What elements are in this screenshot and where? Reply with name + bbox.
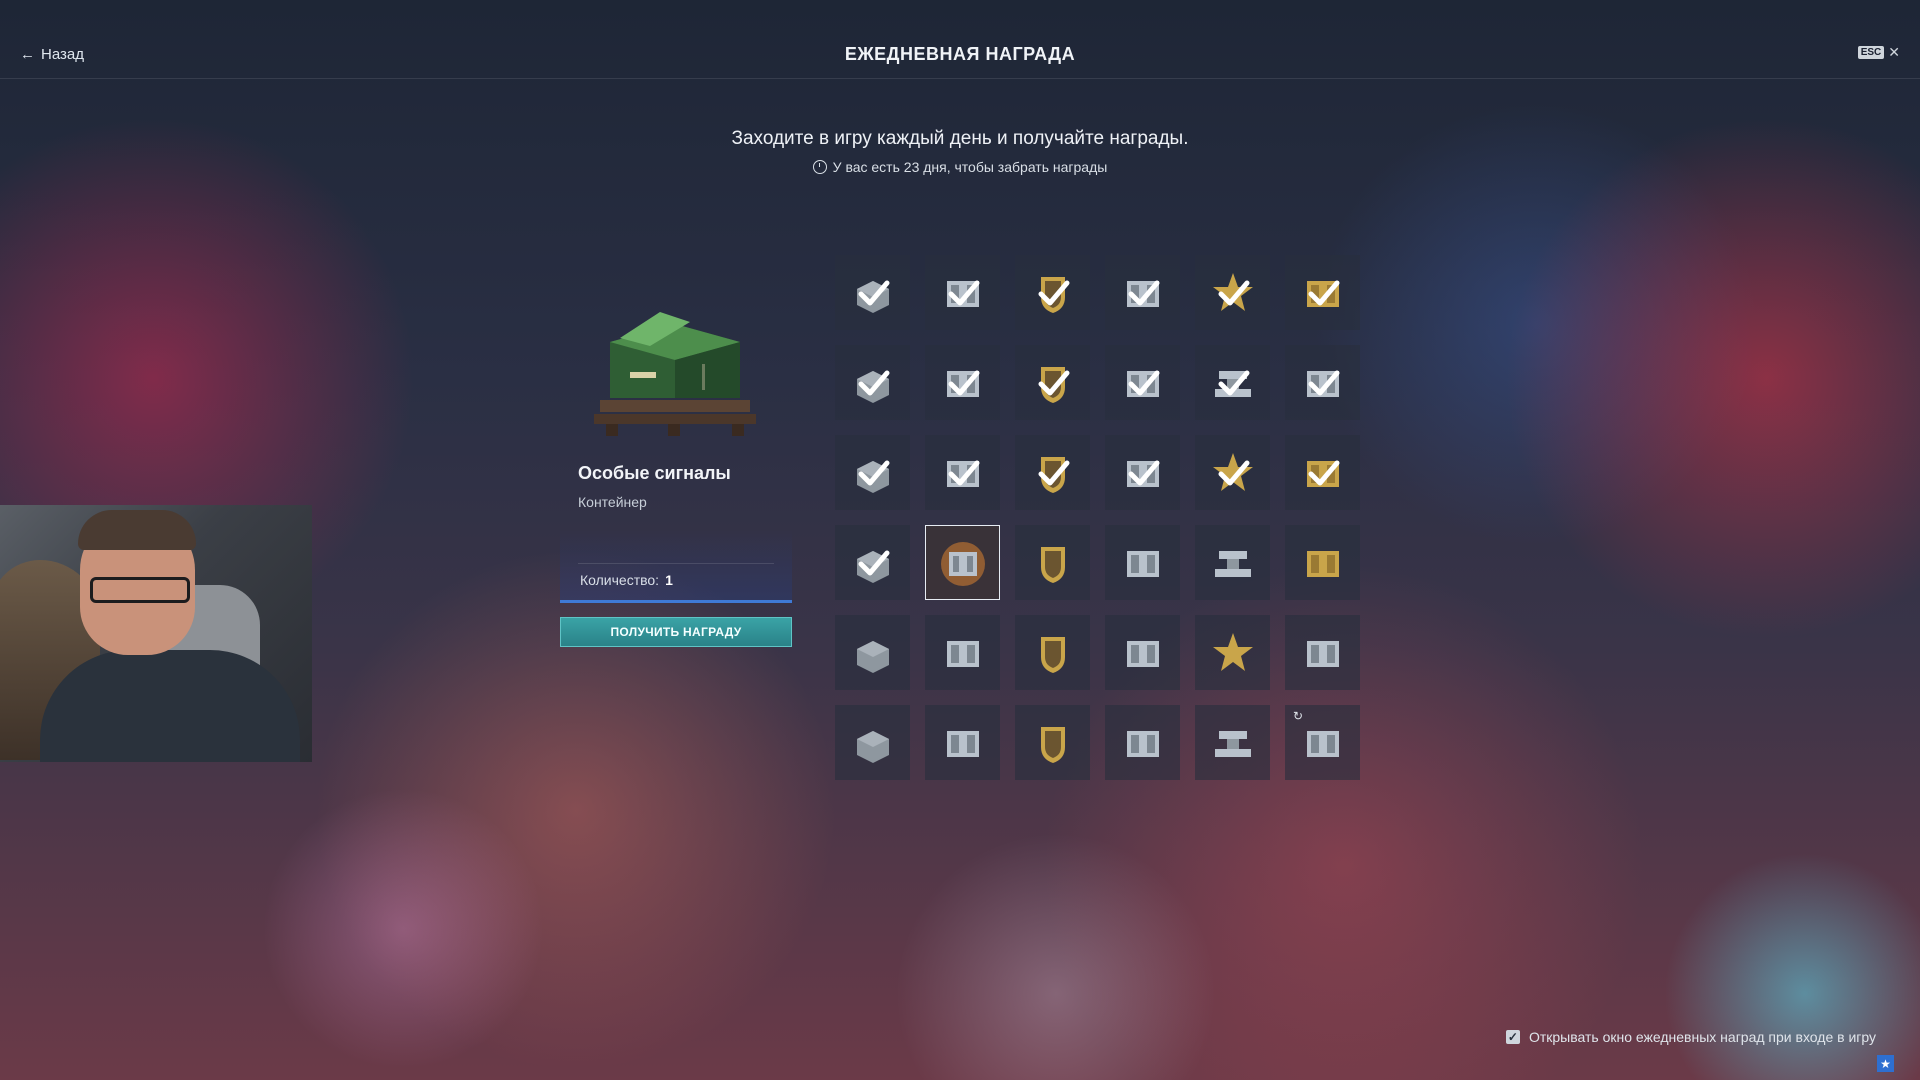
reward-cell-day-17[interactable] bbox=[1195, 435, 1270, 510]
close-button[interactable]: ESC ✕ bbox=[1857, 44, 1900, 61]
reward-cell-day-24[interactable] bbox=[1285, 525, 1360, 600]
timer-text: У вас есть 23 дня, чтобы забрать награды bbox=[832, 159, 1108, 175]
commander-badge-icon bbox=[1040, 546, 1065, 583]
reward-cell-day-9[interactable] bbox=[1015, 345, 1090, 420]
commander-badge-icon bbox=[1040, 726, 1065, 763]
reward-cell-day-27[interactable] bbox=[1015, 615, 1090, 690]
star-icon bbox=[1212, 632, 1253, 671]
steel-icon bbox=[1214, 730, 1251, 757]
reward-cell-day-11[interactable] bbox=[1195, 345, 1270, 420]
close-icon: ✕ bbox=[1888, 44, 1900, 60]
commander-badge-icon bbox=[1038, 456, 1069, 493]
signals-icon bbox=[946, 370, 979, 397]
reward-cell-day-21[interactable] bbox=[1015, 525, 1090, 600]
divider bbox=[578, 563, 774, 564]
reward-cell-day-12[interactable] bbox=[1285, 345, 1360, 420]
reward-cell-day-22[interactable] bbox=[1105, 525, 1180, 600]
signals-container-icon bbox=[1126, 730, 1159, 757]
container-crate-icon bbox=[594, 312, 756, 436]
reward-cell-day-15[interactable] bbox=[1015, 435, 1090, 510]
reward-cell-day-19[interactable] bbox=[835, 525, 910, 600]
clock-icon bbox=[812, 160, 827, 174]
star-icon bbox=[1212, 272, 1253, 311]
camouflage-icon bbox=[856, 460, 889, 493]
reward-cell-day-4[interactable] bbox=[1105, 255, 1180, 330]
signals-container-icon bbox=[1306, 730, 1339, 757]
star-icon bbox=[1212, 452, 1253, 491]
reward-cell-day-1[interactable] bbox=[835, 255, 910, 330]
camouflage-icon bbox=[856, 550, 889, 583]
commander-badge-icon bbox=[1038, 276, 1069, 313]
gold-container-icon bbox=[1306, 550, 1339, 577]
signals-icon bbox=[946, 280, 979, 307]
reward-cell-day-20[interactable] bbox=[925, 525, 1000, 600]
reward-cell-day-35[interactable] bbox=[1195, 705, 1270, 780]
timer-line: У вас есть 23 дня, чтобы забрать награды bbox=[0, 159, 1920, 175]
signals-container-icon bbox=[1306, 640, 1339, 667]
signals-container-icon bbox=[946, 640, 979, 667]
reward-cell-day-18[interactable] bbox=[1285, 435, 1360, 510]
reward-cell-day-28[interactable] bbox=[1105, 615, 1180, 690]
reward-cell-day-31[interactable] bbox=[835, 705, 910, 780]
reward-calendar-grid: ↻ bbox=[835, 255, 1361, 785]
reward-cell-day-5[interactable] bbox=[1195, 255, 1270, 330]
steel-icon bbox=[1214, 550, 1251, 577]
quantity-label: Количество: bbox=[580, 572, 660, 588]
camouflage-icon bbox=[856, 640, 889, 673]
special-signals-container-icon bbox=[940, 541, 985, 586]
reward-cell-day-32[interactable] bbox=[925, 705, 1000, 780]
steel-icon bbox=[1214, 370, 1251, 397]
commander-badge-icon bbox=[1038, 366, 1069, 403]
webcam-overlay bbox=[0, 505, 312, 762]
reward-cell-day-34[interactable] bbox=[1105, 705, 1180, 780]
reward-cell-day-29[interactable] bbox=[1195, 615, 1270, 690]
intro-subtitle: Заходите в игру каждый день и получайте … bbox=[731, 128, 1189, 149]
quantity-box: Количество: 1 bbox=[560, 530, 792, 603]
reward-cell-day-14[interactable] bbox=[925, 435, 1000, 510]
reward-type: Контейнер bbox=[578, 494, 647, 510]
reward-cell-day-33[interactable] bbox=[1015, 705, 1090, 780]
quantity-line: Количество: 1 bbox=[580, 572, 673, 588]
reward-cell-day-16[interactable] bbox=[1105, 435, 1180, 510]
signals-icon bbox=[1126, 280, 1159, 307]
reward-cell-day-25[interactable] bbox=[835, 615, 910, 690]
reward-cell-day-2[interactable] bbox=[925, 255, 1000, 330]
reward-cell-day-13[interactable] bbox=[835, 435, 910, 510]
gold-container-icon bbox=[1306, 280, 1339, 307]
signals-icon bbox=[1306, 370, 1339, 397]
esc-key-badge: ESC bbox=[1857, 46, 1885, 59]
reward-cell-day-3[interactable] bbox=[1015, 255, 1090, 330]
gold-container-icon bbox=[1306, 460, 1339, 487]
reward-cell-day-10[interactable] bbox=[1105, 345, 1180, 420]
camouflage-icon bbox=[856, 280, 889, 313]
reward-cell-day-23[interactable] bbox=[1195, 525, 1270, 600]
signals-container-icon bbox=[1126, 640, 1159, 667]
reward-cell-day-36[interactable]: ↻ bbox=[1285, 705, 1360, 780]
signals-icon bbox=[946, 460, 979, 487]
claim-reward-button[interactable]: ПОЛУЧИТЬ НАГРАДУ bbox=[560, 617, 792, 647]
auto-open-label: Открывать окно ежедневных наград при вхо… bbox=[1528, 1029, 1876, 1045]
star-icon[interactable]: ★ bbox=[1877, 1055, 1894, 1072]
commander-badge-icon bbox=[1040, 636, 1065, 673]
signals-icon bbox=[1126, 370, 1159, 397]
reward-cell-day-26[interactable] bbox=[925, 615, 1000, 690]
reward-cell-day-6[interactable] bbox=[1285, 255, 1360, 330]
signals-icon bbox=[1126, 460, 1159, 487]
page-title: ЕЖЕДНЕВНАЯ НАГРАДА bbox=[844, 44, 1076, 64]
signals-container-icon bbox=[1126, 550, 1159, 577]
quantity-value: 1 bbox=[665, 572, 673, 588]
auto-open-checkbox[interactable]: ✓ bbox=[1505, 1030, 1520, 1044]
signals-container-icon bbox=[946, 730, 979, 757]
loading-spinner-icon: ↻ bbox=[1293, 709, 1304, 723]
reward-cell-day-30[interactable] bbox=[1285, 615, 1360, 690]
auto-open-option[interactable]: ✓ Открывать окно ежедневных наград при в… bbox=[1505, 1029, 1876, 1045]
reward-cell-day-8[interactable] bbox=[925, 345, 1000, 420]
camouflage-icon bbox=[856, 730, 889, 763]
camouflage-icon bbox=[856, 370, 889, 403]
top-bar: ← Назад ЕЖЕДНЕВНАЯ НАГРАДА ESC ✕ bbox=[0, 0, 1920, 79]
reward-name: Особые сигналы bbox=[578, 463, 731, 483]
reward-cell-day-7[interactable] bbox=[835, 345, 910, 420]
